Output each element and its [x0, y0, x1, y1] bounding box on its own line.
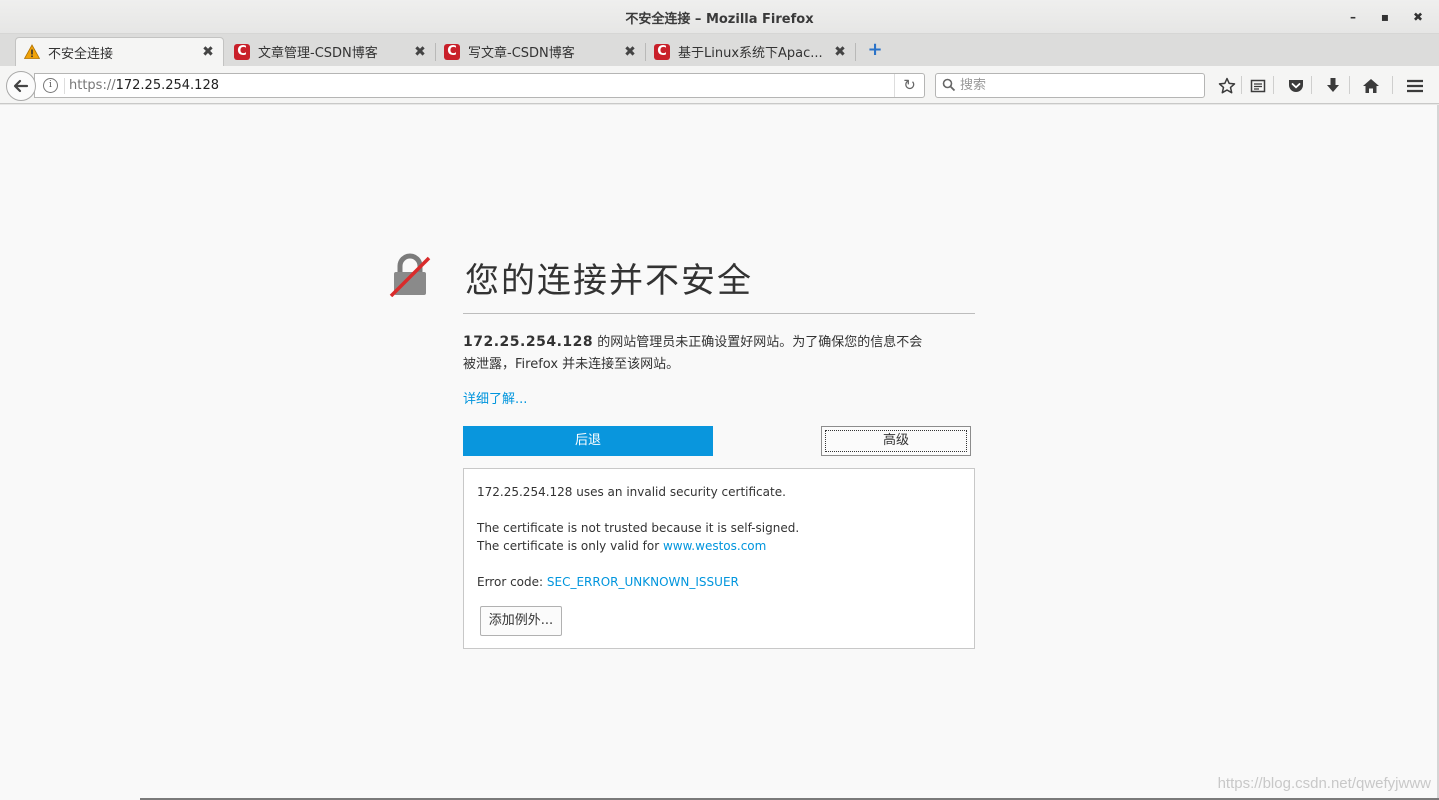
search-input[interactable] — [960, 76, 1190, 95]
back-arrow-icon — [13, 79, 29, 93]
home-icon[interactable] — [1360, 75, 1382, 97]
invalid-cert-text: 172.25.254.128 uses an invalid security … — [477, 485, 786, 499]
minimize-button[interactable]: – — [1343, 8, 1363, 26]
add-exception-button[interactable]: 添加例外... — [480, 606, 562, 636]
url-host: 172.25.254.128 — [115, 78, 219, 93]
error-host: 172.25.254.128 — [463, 334, 594, 350]
error-code-text: Error code: SEC_ERROR_UNKNOWN_ISSUER — [477, 575, 739, 589]
back-button[interactable] — [6, 71, 36, 101]
window-title: 不安全连接 – Mozilla Firefox — [625, 12, 814, 27]
error-description-line1: 的网站管理员未正确设置好网站。为了确保您的信息不会 — [593, 335, 923, 350]
title-divider — [463, 313, 975, 314]
tab-strip: 不安全连接 ✖ C 文章管理-CSDN博客 ✖ C 写文章-CSDN博客 ✖ C… — [0, 34, 1439, 66]
watermark: https://blog.csdn.net/qwefyjwww — [1217, 775, 1431, 792]
new-tab-button[interactable]: + — [866, 38, 884, 62]
maximize-button[interactable]: ▪ — [1375, 8, 1395, 26]
learn-more-link[interactable]: 详细了解... — [463, 388, 527, 407]
valid-for-host-link[interactable]: www.westos.com — [663, 539, 766, 553]
insecure-lock-icon — [389, 253, 431, 297]
tab-write-article[interactable]: C 写文章-CSDN博客 ✖ — [436, 37, 646, 66]
error-description-line2: 被泄露，Firefox 并未连接至该网站。 — [463, 357, 680, 372]
bookmark-star-icon[interactable] — [1216, 75, 1238, 97]
reading-list-icon[interactable] — [1247, 75, 1269, 97]
focus-ring — [825, 430, 967, 452]
window-titlebar: 不安全连接 – Mozilla Firefox – ▪ ✖ — [0, 0, 1439, 34]
csdn-icon: C — [444, 43, 460, 60]
csdn-icon: C — [654, 43, 670, 60]
tab-label: 文章管理-CSDN博客 — [258, 46, 378, 61]
url-protocol: https:// — [69, 78, 116, 93]
warning-icon — [24, 44, 40, 60]
reload-icon[interactable]: ↻ — [894, 74, 924, 97]
tab-linux-apache[interactable]: C 基于Linux系统下Apac... ✖ — [646, 37, 856, 66]
go-back-button[interactable]: 后退 — [463, 426, 713, 456]
advanced-panel: 172.25.254.128 uses an invalid security … — [463, 468, 975, 649]
search-bar[interactable] — [935, 73, 1205, 98]
error-code-link[interactable]: SEC_ERROR_UNKNOWN_ISSUER — [547, 575, 739, 589]
tab-close-icon[interactable]: ✖ — [413, 44, 427, 60]
error-description: 172.25.254.128 的网站管理员未正确设置好网站。为了确保您的信息不会… — [463, 331, 975, 376]
menu-hamburger-icon[interactable] — [1404, 75, 1426, 97]
tab-close-icon[interactable]: ✖ — [623, 44, 637, 60]
page-title: 您的连接并不安全 — [465, 261, 753, 301]
self-signed-text: The certificate is not trusted because i… — [477, 521, 800, 535]
tab-close-icon[interactable]: ✖ — [201, 44, 215, 60]
navigation-toolbar: i https://172.25.254.128 ↻ — [0, 66, 1439, 104]
tab-insecure-connection[interactable]: 不安全连接 ✖ — [15, 37, 224, 66]
tab-label: 不安全连接 — [48, 46, 114, 62]
tab-label: 基于Linux系统下Apac... — [678, 46, 823, 61]
url-bar[interactable]: i https://172.25.254.128 ↻ — [34, 73, 925, 98]
tab-close-icon[interactable]: ✖ — [833, 44, 847, 60]
download-icon[interactable] — [1322, 75, 1344, 97]
tab-article-management[interactable]: C 文章管理-CSDN博客 ✖ — [226, 37, 436, 66]
search-icon — [942, 78, 956, 92]
site-info-icon[interactable]: i — [43, 78, 58, 93]
valid-for-text: The certificate is only valid for www.we… — [477, 539, 767, 553]
csdn-icon: C — [234, 43, 250, 60]
error-page: 您的连接并不安全 172.25.254.128 的网站管理员未正确设置好网站。为… — [0, 105, 1439, 800]
tab-label: 写文章-CSDN博客 — [468, 46, 575, 61]
close-window-button[interactable]: ✖ — [1408, 8, 1428, 26]
url-text[interactable]: https://172.25.254.128 — [69, 78, 219, 93]
advanced-button[interactable]: 高级 — [821, 426, 971, 456]
pocket-icon[interactable] — [1285, 75, 1307, 97]
